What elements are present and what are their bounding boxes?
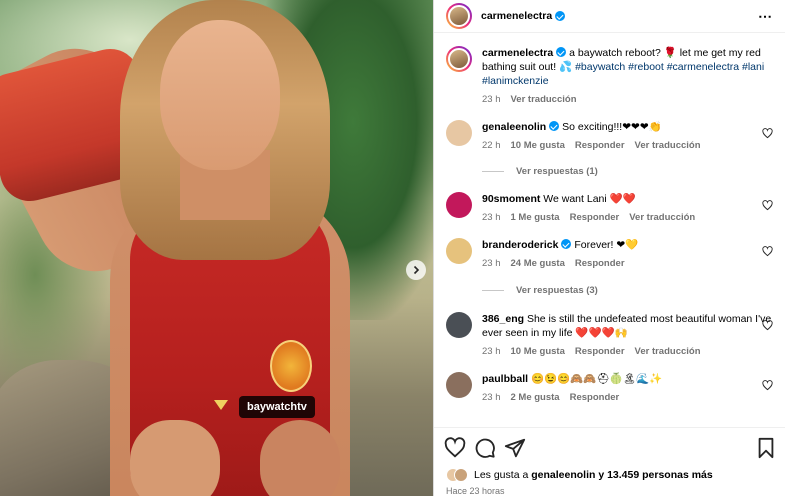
caption-translate-link[interactable]: Ver traducción <box>511 93 577 107</box>
comment-username[interactable]: 386_eng <box>482 313 524 325</box>
commenter-avatar[interactable] <box>446 372 472 398</box>
author-username[interactable]: carmenelectra <box>481 10 552 22</box>
verified-badge-icon <box>556 47 567 57</box>
photo-baywatch-patch <box>270 340 312 392</box>
comment-item: genaleenolin So exciting!!!❤❤❤👏 22 h 10 … <box>446 120 777 153</box>
comment-body: paulbball 😊😉😊🙈🙈⛑🍈🏝🌊✨ 23 h 2 Me gusta Res… <box>482 372 777 405</box>
comment-username[interactable]: paulbball <box>482 373 528 385</box>
chevron-right-icon <box>413 265 420 275</box>
comment-body: 386_eng She is still the undefeated most… <box>482 312 777 359</box>
caption-meta: 23 h Ver traducción <box>482 93 777 107</box>
view-replies-button[interactable]: Ver respuestas (3) <box>482 285 598 296</box>
comment-likes[interactable]: 2 Me gusta <box>511 391 560 405</box>
post-header: carmenelectra ⋯ <box>434 0 785 33</box>
likes-text: Les gusta a genaleenolin y 13.459 person… <box>474 469 713 481</box>
comment-meta: 23 h 2 Me gusta Responder <box>482 391 777 405</box>
comments-list[interactable]: carmenelectra a baywatch reboot? 🌹 let m… <box>434 34 785 426</box>
comment-translate-link[interactable]: Ver traducción <box>629 211 695 225</box>
comment-like-heart-icon[interactable] <box>762 380 773 391</box>
comment-text: 😊😉😊🙈🙈⛑🍈🏝🌊✨ <box>531 373 663 385</box>
post-side-panel: carmenelectra ⋯ carmenelectra a baywatch… <box>433 0 785 496</box>
comment-item: 90smoment We want Lani ❤️❤️ 23 h 1 Me gu… <box>446 192 777 225</box>
post-time[interactable]: Hace 23 horas <box>446 486 505 496</box>
likes-summary[interactable]: Les gusta a genaleenolin y 13.459 person… <box>446 468 713 482</box>
replies-divider <box>482 290 504 291</box>
author-avatar[interactable] <box>446 3 472 29</box>
comment-text: So exciting!!!❤❤❤👏 <box>562 121 662 133</box>
comment-body: genaleenolin So exciting!!!❤❤❤👏 22 h 10 … <box>482 120 777 153</box>
view-replies-label: Ver respuestas (1) <box>516 166 598 177</box>
commenter-avatar[interactable] <box>446 238 472 264</box>
comment-item: branderoderick Forever! ❤💛 23 h 24 Me gu… <box>446 238 777 271</box>
comment-like-heart-icon[interactable] <box>762 246 773 257</box>
comment-text: We want Lani ❤️❤️ <box>543 193 636 205</box>
photo-user-tag[interactable]: baywatchtv <box>239 396 315 418</box>
comment-likes[interactable]: 24 Me gusta <box>511 257 565 271</box>
verified-badge-icon <box>555 11 566 21</box>
verified-badge-icon <box>549 121 560 131</box>
comment-reply-button[interactable]: Responder <box>570 211 620 225</box>
comment-like-heart-icon[interactable] <box>762 200 773 211</box>
next-photo-button[interactable] <box>406 260 426 280</box>
share-icon[interactable] <box>504 437 526 459</box>
comment-body: branderoderick Forever! ❤💛 23 h 24 Me gu… <box>482 238 777 271</box>
more-options-button[interactable]: ⋯ <box>758 8 773 25</box>
view-replies-label: Ver respuestas (3) <box>516 285 598 296</box>
caption-username[interactable]: carmenelectra <box>482 47 553 59</box>
action-icons-row <box>444 436 777 460</box>
bookmark-icon[interactable] <box>755 437 777 459</box>
comment-meta: 22 h 10 Me gusta Responder Ver traducció… <box>482 139 777 153</box>
comment-likes[interactable]: 1 Me gusta <box>511 211 560 225</box>
comment-like-heart-icon[interactable] <box>762 320 773 331</box>
caption-age[interactable]: 23 h <box>482 93 501 107</box>
comment-username[interactable]: 90smoment <box>482 193 540 205</box>
comment-item: paulbball 😊😉😊🙈🙈⛑🍈🏝🌊✨ 23 h 2 Me gusta Res… <box>446 372 777 405</box>
post-photo[interactable]: baywatchtv <box>0 0 433 496</box>
post-actions: Les gusta a genaleenolin y 13.459 person… <box>434 427 785 496</box>
post-caption: carmenelectra a baywatch reboot? 🌹 let m… <box>446 46 777 107</box>
comment-meta: 23 h 24 Me gusta Responder <box>482 257 777 271</box>
commenter-avatar[interactable] <box>446 120 472 146</box>
comment-reply-button[interactable]: Responder <box>570 391 620 405</box>
comment-username[interactable]: branderoderick <box>482 239 558 251</box>
photo-leg <box>260 420 340 496</box>
photo-face <box>160 20 280 170</box>
comment-likes[interactable]: 10 Me gusta <box>511 345 565 359</box>
comment-text: Forever! ❤💛 <box>574 239 639 251</box>
commenter-avatar[interactable] <box>446 312 472 338</box>
commenter-avatar[interactable] <box>446 192 472 218</box>
liker-avatar <box>454 468 468 482</box>
tyr-logo-icon <box>214 400 228 410</box>
comment-meta: 23 h 10 Me gusta Responder Ver traducció… <box>482 345 777 359</box>
comment-translate-link[interactable]: Ver traducción <box>635 345 701 359</box>
comment-icon[interactable] <box>474 437 496 459</box>
comment-age[interactable]: 23 h <box>482 257 501 271</box>
likes-prefix: Les gusta a <box>474 469 532 481</box>
view-replies-button[interactable]: Ver respuestas (1) <box>482 166 598 177</box>
comment-body: 90smoment We want Lani ❤️❤️ 23 h 1 Me gu… <box>482 192 777 225</box>
verified-badge-icon <box>561 239 572 249</box>
likes-user[interactable]: genaleenolin <box>531 469 595 481</box>
photo-leg <box>130 420 220 496</box>
author-avatar[interactable] <box>446 46 472 72</box>
comment-username[interactable]: genaleenolin <box>482 121 546 133</box>
comment-likes[interactable]: 10 Me gusta <box>511 139 565 153</box>
comment-translate-link[interactable]: Ver traducción <box>635 139 701 153</box>
comment-age[interactable]: 23 h <box>482 391 501 405</box>
comment-like-heart-icon[interactable] <box>762 128 773 139</box>
heart-icon[interactable] <box>444 437 466 459</box>
comment-reply-button[interactable]: Responder <box>575 257 625 271</box>
comment-age[interactable]: 23 h <box>482 345 501 359</box>
replies-divider <box>482 171 504 172</box>
instagram-post-modal: baywatchtv carmenelectra ⋯ carmenelectra… <box>0 0 785 496</box>
comment-meta: 23 h 1 Me gusta Responder Ver traducción <box>482 211 777 225</box>
likes-count[interactable]: y 13.459 personas más <box>595 469 712 481</box>
comment-age[interactable]: 23 h <box>482 211 501 225</box>
comment-reply-button[interactable]: Responder <box>575 345 625 359</box>
comment-reply-button[interactable]: Responder <box>575 139 625 153</box>
comment-item: 386_eng She is still the undefeated most… <box>446 312 777 359</box>
caption-text-block: carmenelectra a baywatch reboot? 🌹 let m… <box>482 46 777 107</box>
comment-text: She is still the undefeated most beautif… <box>482 313 772 339</box>
comment-age[interactable]: 22 h <box>482 139 501 153</box>
